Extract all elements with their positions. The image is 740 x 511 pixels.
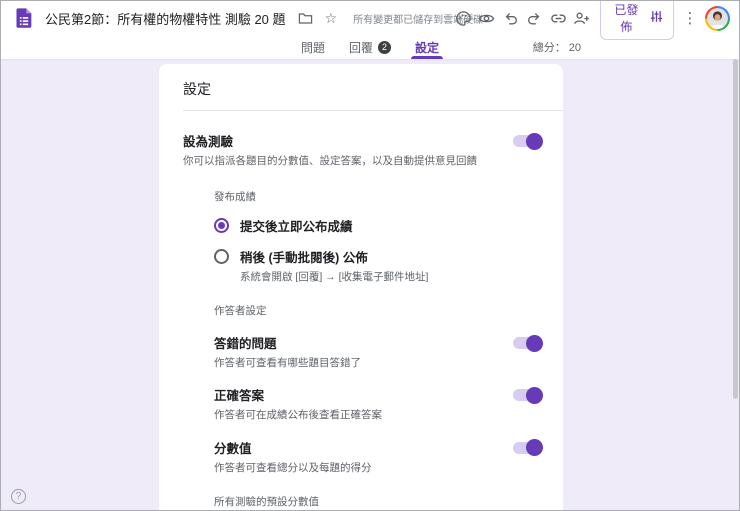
- top-bar-right: 已發佈 ⋮: [451, 1, 731, 40]
- settings-card: 設定 設為測驗 你可以指派各題目的分數值、設定答案，以及自動提供意見回饋 發布成…: [159, 64, 563, 510]
- correct-answers-description: 作答者可在成績公布後查看正確答案: [214, 409, 382, 422]
- release-immediately-label: 提交後立即公布成績: [240, 220, 353, 235]
- add-collaborator-icon[interactable]: [570, 5, 594, 31]
- total-points-value: 20: [568, 42, 581, 54]
- google-forms-window: 公民第2節：所有權的物權特性 測驗 20 題 ☆ 所有變更都已儲存到雲端硬碟 已…: [0, 0, 740, 511]
- make-quiz-text: 設為測驗 你可以指派各題目的分數值、設定答案，以及自動提供意見回饋: [183, 131, 477, 168]
- avatar[interactable]: [705, 5, 731, 31]
- undo-icon[interactable]: [499, 5, 523, 31]
- publish-settings-sliders-icon: [650, 10, 663, 26]
- make-quiz-row: 設為測驗 你可以指派各題目的分數值、設定答案，以及自動提供意見回饋: [159, 111, 563, 174]
- quiz-defaults-label: 所有測驗的預設分數值: [214, 495, 319, 508]
- missed-questions-description: 作答者可查看有哪些題目答錯了: [214, 357, 361, 370]
- correct-answers-toggle[interactable]: [513, 386, 543, 404]
- star-icon[interactable]: ☆: [325, 11, 338, 25]
- point-values-description: 作答者可查看總分以及每題的得分: [214, 461, 372, 474]
- release-later-note: 系統會開啟 [回覆] → [收集電子郵件地址]: [240, 271, 429, 284]
- document-title[interactable]: 公民第2節：所有權的物權特性 測驗 20 題: [45, 9, 286, 28]
- total-points: 總分： 20: [533, 39, 581, 55]
- tabs-bar: 問題 回覆 2 設定 總分： 20: [1, 35, 739, 59]
- release-immediately-option[interactable]: 提交後立即公布成績: [214, 216, 541, 235]
- correct-answers-title: 正確答案: [214, 389, 265, 404]
- total-points-label: 總分：: [532, 42, 566, 54]
- published-button[interactable]: 已發佈: [599, 1, 674, 40]
- point-values-title: 分數值: [214, 441, 252, 456]
- top-bar: 公民第2節：所有權的物權特性 測驗 20 題 ☆ 所有變更都已儲存到雲端硬碟 已…: [1, 1, 739, 40]
- point-values-text: 分數值 作答者可查看總分以及每題的得分: [214, 438, 372, 475]
- tab-responses-label: 回覆: [348, 40, 373, 55]
- help-icon[interactable]: ?: [11, 489, 26, 504]
- tab-questions[interactable]: 問題: [289, 35, 337, 59]
- responses-count-badge: 2: [378, 40, 391, 54]
- more-options-kebab-icon[interactable]: ⋮: [680, 9, 700, 27]
- release-later-option[interactable]: 稍後 (手動批閱後) 公佈: [214, 247, 541, 266]
- point-values-row: 分數值 作答者可查看總分以及每題的得分: [214, 438, 543, 475]
- quiz-subsection: 發布成績 提交後立即公布成績 稍後 (手動批閱後) 公佈 系統會開啟 [回覆] …: [159, 189, 563, 510]
- settings-heading: 設定: [183, 81, 211, 97]
- release-grades-label: 發布成績: [214, 191, 256, 204]
- tab-settings-label: 設定: [415, 40, 440, 55]
- radio-selected-icon[interactable]: [214, 218, 229, 234]
- settings-page: 設定 設為測驗 你可以指派各題目的分數值、設定答案，以及自動提供意見回饋 發布成…: [1, 59, 739, 510]
- published-button-label: 已發佈: [614, 3, 639, 34]
- forms-logo-icon[interactable]: [13, 7, 35, 29]
- tab-questions-label: 問題: [300, 40, 325, 55]
- correct-answers-row: 正確答案 作答者可在成績公布後查看正確答案: [214, 385, 543, 422]
- tab-settings[interactable]: 設定: [403, 35, 451, 59]
- preview-eye-icon[interactable]: [475, 5, 499, 31]
- missed-questions-toggle[interactable]: [513, 334, 543, 352]
- copy-link-icon[interactable]: [546, 5, 570, 31]
- app-header: 公民第2節：所有權的物權特性 測驗 20 題 ☆ 所有變更都已儲存到雲端硬碟 已…: [1, 1, 739, 59]
- missed-questions-title: 答錯的問題: [214, 337, 277, 352]
- make-quiz-description: 你可以指派各題目的分數值、設定答案，以及自動提供意見回饋: [183, 155, 477, 167]
- theme-palette-icon[interactable]: [451, 5, 475, 31]
- correct-answers-text: 正確答案 作答者可在成績公布後查看正確答案: [214, 385, 382, 422]
- radio-unselected-icon[interactable]: [214, 249, 229, 265]
- point-values-toggle[interactable]: [513, 439, 543, 457]
- scrollbar[interactable]: [733, 59, 738, 399]
- make-quiz-toggle[interactable]: [513, 132, 543, 150]
- release-later-label: 稍後 (手動批閱後) 公佈: [240, 251, 368, 266]
- make-quiz-title: 設為測驗: [183, 135, 234, 149]
- top-bar-left: 公民第2節：所有權的物權特性 測驗 20 題 ☆ 所有變更都已儲存到雲端硬碟: [13, 7, 483, 29]
- respondent-settings-label: 作答者設定: [214, 305, 267, 318]
- redo-icon[interactable]: [523, 5, 547, 31]
- missed-questions-row: 答錯的問題 作答者可查看有哪些題目答錯了: [214, 333, 543, 370]
- move-to-folder-icon[interactable]: [298, 11, 313, 26]
- avatar-photo: [707, 7, 729, 29]
- tabs: 問題 回覆 2 設定: [289, 35, 451, 59]
- missed-questions-text: 答錯的問題 作答者可查看有哪些題目答錯了: [214, 333, 361, 370]
- tab-responses[interactable]: 回覆 2: [337, 35, 403, 59]
